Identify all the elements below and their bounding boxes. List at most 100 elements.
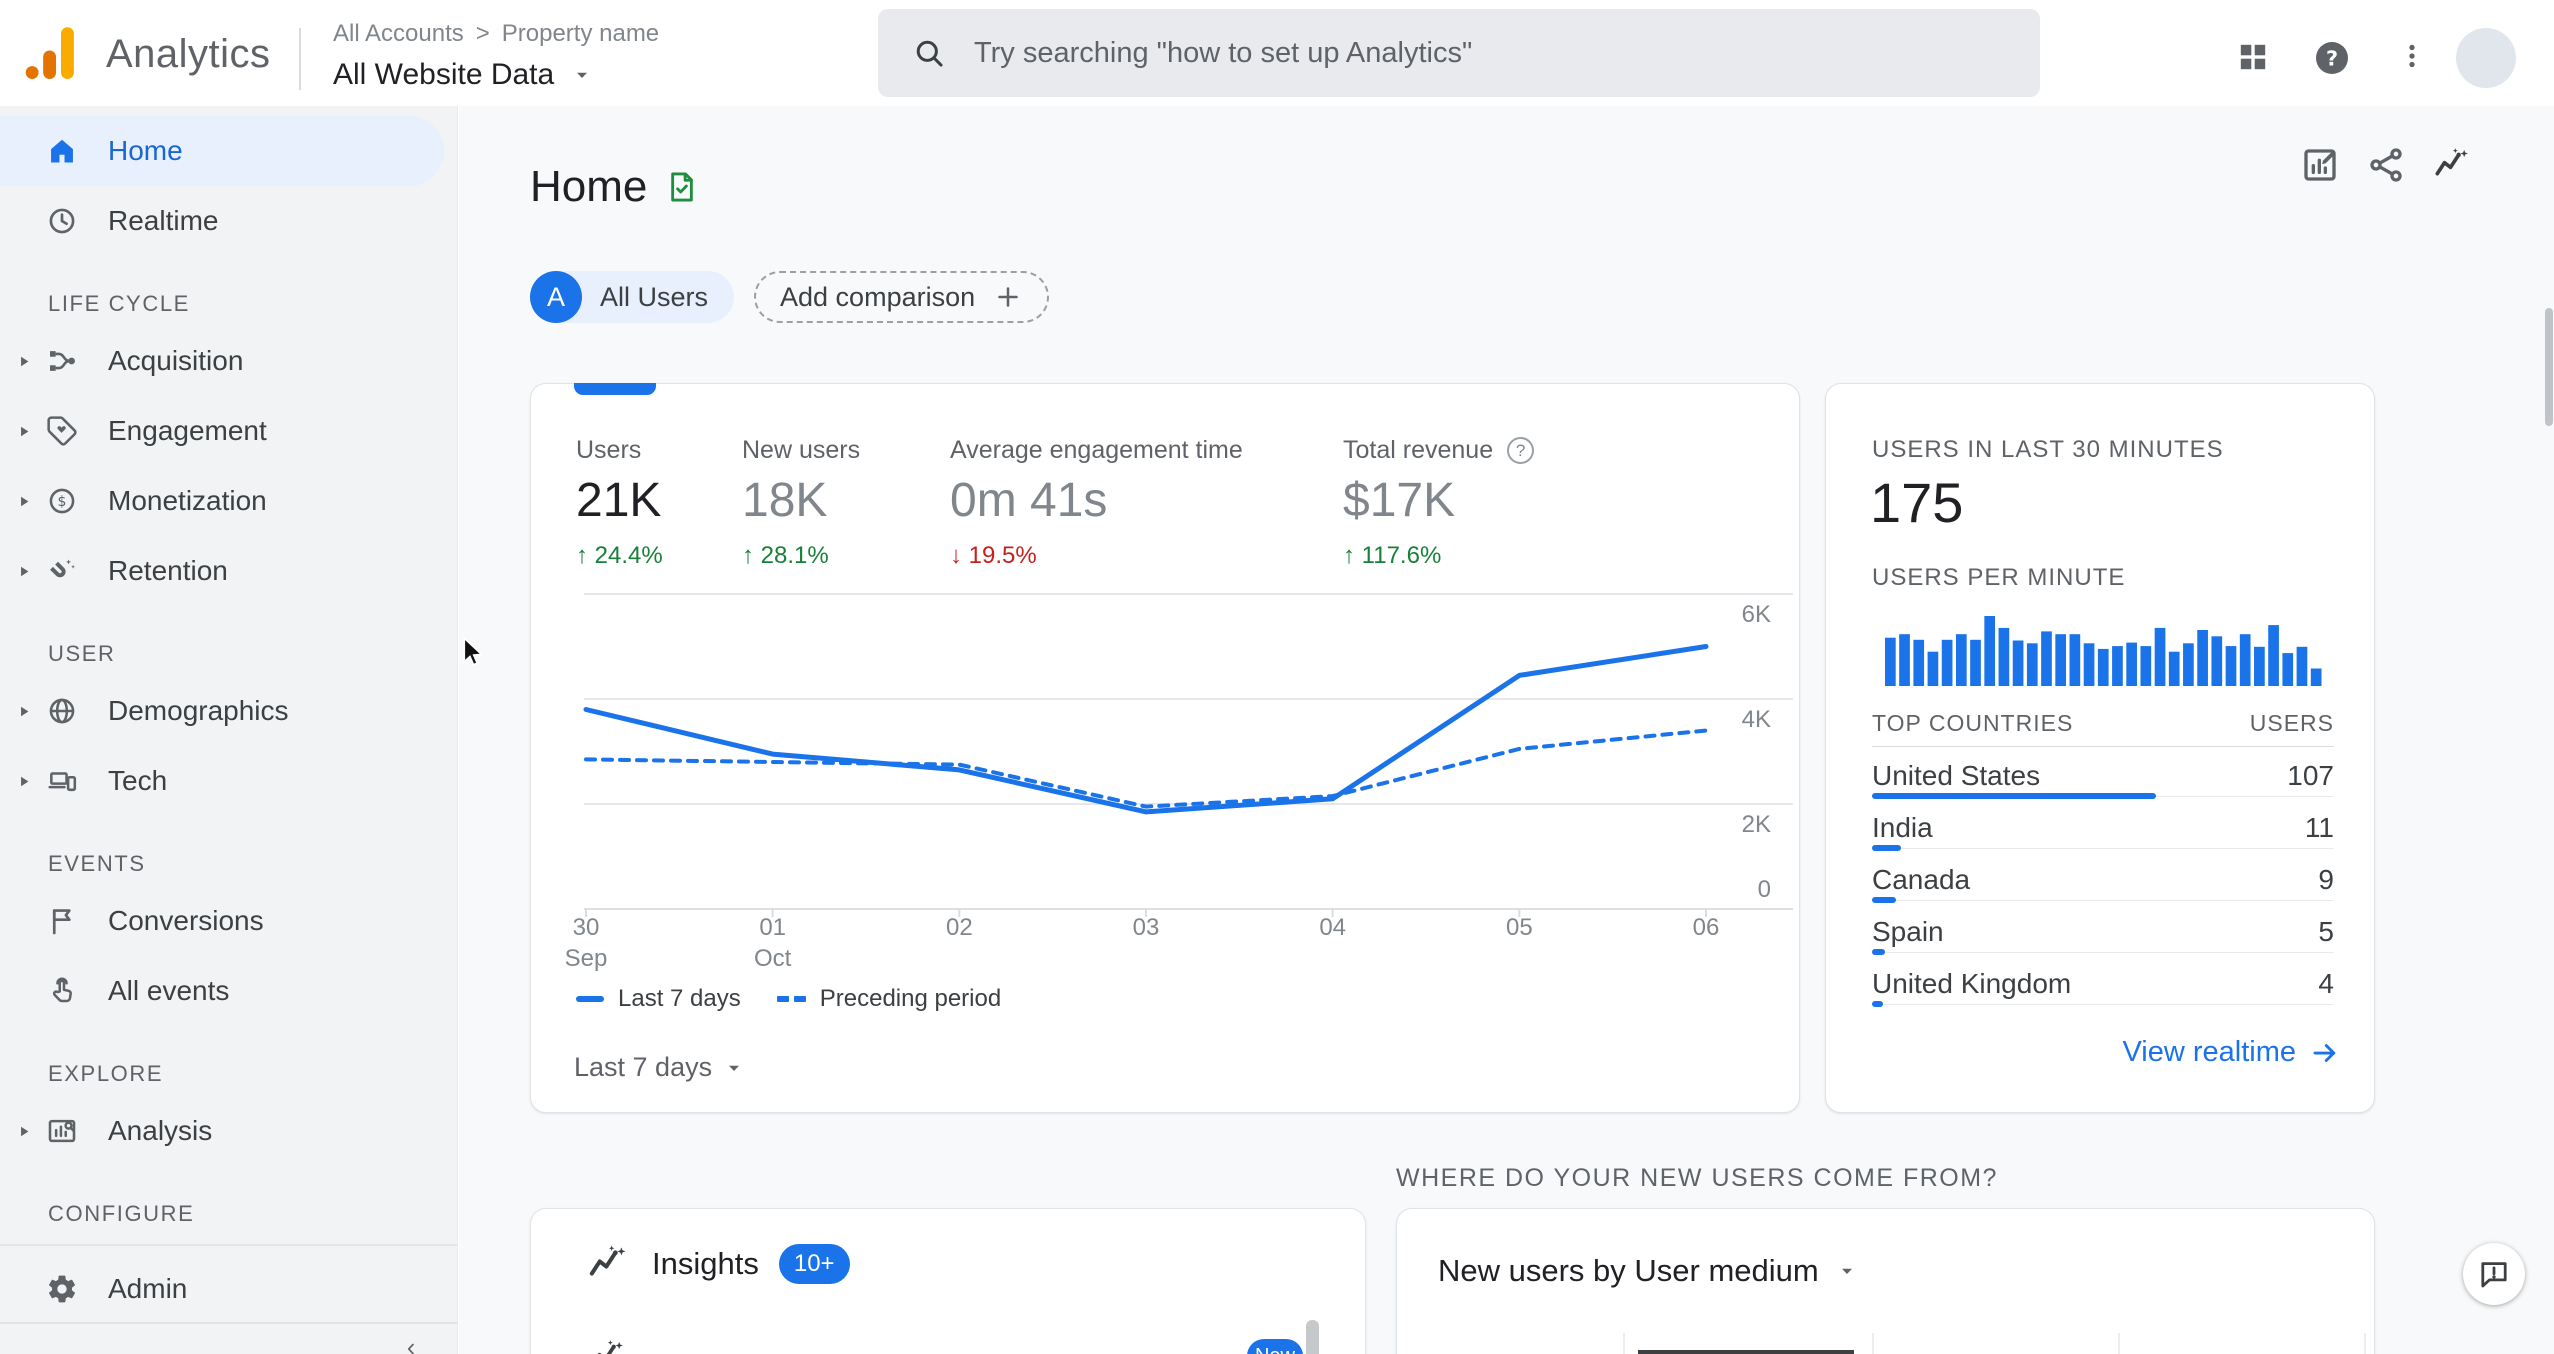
chart-gridline [1872, 1333, 1874, 1354]
sidebar-item-realtime[interactable]: Realtime [0, 186, 444, 256]
expander-icon[interactable] [13, 700, 43, 722]
svg-text:4K: 4K [1742, 706, 1771, 733]
expander-icon[interactable] [13, 560, 43, 582]
sidebar-item-conversions[interactable]: Conversions [0, 886, 444, 956]
breadcrumb-property-name[interactable]: Property name [502, 20, 659, 48]
expander-icon[interactable] [13, 1120, 43, 1142]
country-name: United Kingdom [1872, 968, 2072, 999]
metric-value: 0m 41s [950, 474, 1108, 527]
search-input[interactable] [972, 35, 2010, 71]
share-report-button[interactable] [2366, 145, 2406, 185]
sidebar-item-demographics[interactable]: Demographics [0, 676, 444, 746]
top-countries-table: United States 107 India 11 Canada 9 Spain 5 Unit… [1872, 748, 2334, 1008]
metric-value: 21K [576, 474, 662, 527]
metric-users[interactable]: Users 21K ↑ 24.4% [576, 436, 663, 570]
chevron-down-icon [722, 1056, 746, 1080]
users-last-30-min-label: USERS IN LAST 30 MINUTES [1872, 436, 2224, 463]
add-comparison-chip[interactable]: Add comparison [754, 271, 1050, 323]
sidebar: Home Realtime LIFE CYCLE Acquisition Engagem… [0, 106, 458, 1354]
sidebar-nav: Home Realtime LIFE CYCLE Acquisition Engagem… [0, 116, 457, 1324]
all-events-icon [46, 975, 78, 1007]
users-metric-tab-indicator [574, 383, 656, 395]
sidebar-item-label: Engagement [108, 415, 267, 446]
date-range-selector[interactable]: Last 7 days [574, 1052, 746, 1083]
legend-preceding-period[interactable]: Preceding period [776, 985, 1001, 1013]
expander-icon[interactable] [13, 770, 43, 792]
sidebar-item-monetization[interactable]: $ Monetization [0, 466, 444, 536]
svg-text:02: 02 [946, 914, 973, 941]
sidebar-item-engagement[interactable]: Engagement [0, 396, 444, 466]
report-check-icon [665, 166, 699, 208]
country-users-bar [1872, 897, 1896, 903]
nav-section-events: EVENTS [48, 851, 146, 876]
breadcrumb: All Accounts > Property name [333, 20, 659, 48]
sidebar-item-admin[interactable]: Admin [0, 1254, 444, 1324]
sidebar-item-tech[interactable]: Tech [0, 746, 444, 816]
add-comparison-label: Add comparison [780, 281, 976, 312]
svg-text:6K: 6K [1742, 601, 1771, 628]
insights-button[interactable] [2432, 145, 2472, 185]
insights-list-scrollbar[interactable] [1306, 1320, 1319, 1354]
metric-delta: ↑ 28.1% [742, 542, 829, 569]
collapse-sidebar-button[interactable] [396, 1334, 426, 1354]
svg-text:?: ? [2326, 46, 2338, 70]
insights-card: Insights 10+ New [530, 1208, 1366, 1354]
dimension-selector-label: New users by User medium [1438, 1253, 1819, 1288]
all-users-comparison-chip[interactable]: A All Users [530, 271, 735, 323]
account-avatar[interactable] [2456, 28, 2516, 88]
insights-count-badge[interactable]: 10+ [778, 1244, 850, 1284]
sidebar-item-analysis[interactable]: Analysis [0, 1096, 444, 1166]
nav-section-user: USER [48, 641, 116, 666]
sidebar-footer-divider [0, 1322, 457, 1324]
plus-icon [993, 282, 1023, 312]
clock-icon [46, 205, 78, 237]
insights-title: Insights [652, 1246, 759, 1281]
page-scrollbar-thumb[interactable] [2545, 308, 2553, 426]
country-row-united-kingdom: United Kingdom 4 [1872, 956, 2334, 1008]
sidebar-item-all-events[interactable]: All events [0, 956, 444, 1026]
analytics-logo-icon[interactable] [25, 26, 75, 80]
sidebar-item-label: Conversions [108, 905, 264, 936]
page-title-row: Home [530, 162, 699, 212]
legend-last-7-days[interactable]: Last 7 days [576, 985, 741, 1013]
retention-icon [46, 555, 78, 587]
search-icon [912, 36, 946, 70]
overview-card: Users 21K ↑ 24.4% New users 18K ↑ 28.1% Averag… [530, 383, 1800, 1113]
google-apps-grid-button[interactable] [2236, 40, 2270, 74]
sidebar-item-home[interactable]: Home [0, 116, 444, 186]
sidebar-item-acquisition[interactable]: Acquisition [0, 326, 444, 396]
svg-text:05: 05 [1506, 914, 1533, 941]
realtime-card: USERS IN LAST 30 MINUTES 175 USERS PER M… [1825, 383, 2375, 1113]
metric-total-revenue[interactable]: Total revenue? $17K ↑ 117.6% [1343, 436, 1535, 570]
sidebar-item-retention[interactable]: Retention [0, 536, 444, 606]
search-bar[interactable] [878, 9, 2040, 97]
feedback-button[interactable] [2463, 1243, 2525, 1305]
view-realtime-link[interactable]: View realtime [2122, 1036, 2340, 1069]
help-button[interactable]: ? [2312, 38, 2352, 78]
more-options-button[interactable] [2396, 40, 2428, 72]
property-selector[interactable]: All Website Data [333, 58, 594, 92]
help-tooltip-icon[interactable]: ? [1507, 437, 1535, 464]
metric-delta: ↑ 117.6% [1343, 542, 1442, 569]
metric-average-engagement-time[interactable]: Average engagement time 0m 41s ↓ 19.5% [950, 436, 1243, 570]
solid-line-swatch [576, 996, 604, 1002]
dimension-selector[interactable]: New users by User medium [1438, 1253, 1859, 1289]
users-last-30-min-value: 175 [1870, 471, 1964, 534]
row-divider [1872, 848, 2334, 849]
expander-icon[interactable] [13, 490, 43, 512]
expander-icon[interactable] [13, 420, 43, 442]
customize-report-button[interactable] [2300, 145, 2340, 185]
country-users-bar [1872, 845, 1901, 851]
sidebar-divider [0, 1244, 457, 1246]
top-countries-column: TOP COUNTRIES [1872, 710, 2074, 736]
metric-new-users[interactable]: New users 18K ↑ 28.1% [742, 436, 860, 570]
expander-icon[interactable] [13, 350, 43, 372]
new-users-medium-card: New users by User medium [1396, 1208, 2375, 1354]
dashed-line-swatch [776, 996, 806, 1002]
svg-text:06: 06 [1693, 914, 1720, 941]
insights-sparkle-icon [586, 1242, 630, 1286]
breadcrumb-all-accounts[interactable]: All Accounts [333, 20, 464, 48]
country-name: India [1872, 812, 1933, 843]
